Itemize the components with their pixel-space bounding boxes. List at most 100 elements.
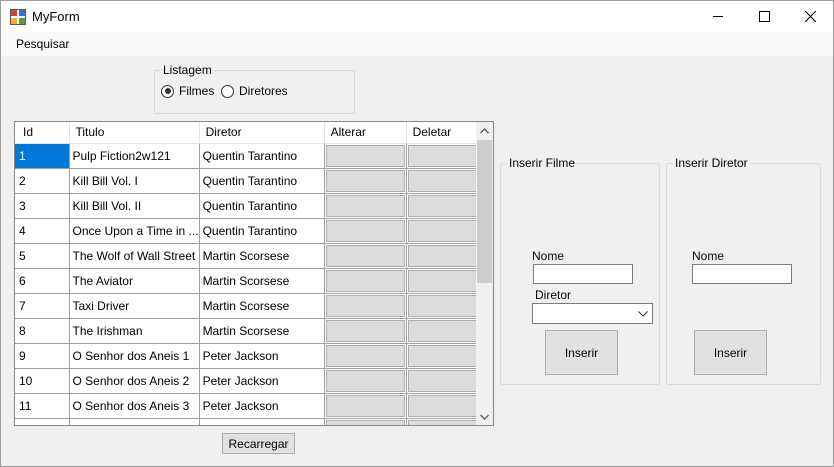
cell-diretor[interactable]: Quentin Tarantino [199,193,325,219]
cell-titulo[interactable]: Kill Bill Vol. I [69,168,200,194]
column-header-diretor[interactable]: Diretor [199,122,325,144]
cell-diretor[interactable]: Martin Scorsese [199,268,325,294]
cell-id[interactable]: 8 [15,318,70,344]
alterar-button[interactable] [325,219,405,242]
deletar-button[interactable] [407,369,479,392]
cell-diretor[interactable]: Quentin Tarantino [199,218,325,244]
scroll-down-button[interactable] [476,408,493,425]
table-row[interactable]: 3 Kill Bill Vol. II Quentin Tarantino [15,193,481,219]
cell-diretor[interactable]: Martin Scorsese [199,293,325,319]
cell-titulo[interactable]: O Senhor dos Aneis 2 [69,368,200,394]
maximize-button[interactable] [741,1,787,32]
alterar-button[interactable] [325,419,405,425]
deletar-button[interactable] [407,194,479,217]
table-row[interactable]: 11 O Senhor dos Aneis 3 Peter Jackson [15,393,481,419]
deletar-button[interactable] [407,419,479,425]
column-header-deletar[interactable]: Deletar [406,122,481,144]
cell-diretor[interactable]: Peter Jackson [199,393,325,419]
deletar-button[interactable] [407,294,479,317]
radio-diretores-indicator[interactable] [221,84,234,98]
cell-titulo[interactable] [69,418,200,425]
column-header-alterar[interactable]: Alterar [324,122,407,144]
cell-titulo[interactable]: Once Upon a Time in ... [69,218,200,244]
table-row[interactable]: 10 O Senhor dos Aneis 2 Peter Jackson [15,368,481,394]
cell-diretor[interactable] [199,418,325,425]
close-button[interactable] [787,1,833,32]
table-row[interactable]: 5 The Wolf of Wall Street Martin Scorses… [15,243,481,269]
scroll-thumb[interactable] [477,140,492,283]
cell-id[interactable] [15,418,70,425]
scroll-up-button[interactable] [476,122,493,139]
table-row[interactable]: 6 The Aviator Martin Scorsese [15,268,481,294]
table-row[interactable]: 1 Pulp Fiction2w121 Quentin Tarantino [15,143,481,169]
alterar-button[interactable] [325,244,405,267]
cell-id[interactable]: 6 [15,268,70,294]
cell-diretor[interactable]: Peter Jackson [199,343,325,369]
column-header-id[interactable]: Id [15,122,70,144]
alterar-button[interactable] [325,144,405,167]
cell-titulo[interactable]: The Wolf of Wall Street [69,243,200,269]
deletar-button[interactable] [407,319,479,342]
cell-titulo[interactable]: The Irishman [69,318,200,344]
diretor-nome-input[interactable] [692,264,792,284]
cell-id[interactable]: 9 [15,343,70,369]
cell-id[interactable]: 10 [15,368,70,394]
radio-filmes-indicator[interactable] [161,84,174,98]
inserir-diretor-button[interactable]: Inserir [694,330,767,375]
grid-vertical-scrollbar[interactable] [476,122,493,425]
cell-id[interactable]: 4 [15,218,70,244]
cell-titulo[interactable]: Kill Bill Vol. II [69,193,200,219]
radio-filmes[interactable]: Filmes [161,84,214,98]
cell-titulo[interactable]: The Aviator [69,268,200,294]
filme-diretor-select[interactable] [532,303,653,324]
cell-deletar [406,293,481,319]
alterar-button[interactable] [325,294,405,317]
cell-diretor[interactable]: Martin Scorsese [199,318,325,344]
deletar-button[interactable] [407,219,479,242]
cell-id[interactable]: 2 [15,168,70,194]
minimize-button[interactable] [695,1,741,32]
alterar-button[interactable] [325,269,405,292]
table-row[interactable]: 4 Once Upon a Time in ... Quentin Tarant… [15,218,481,244]
cell-id[interactable]: 5 [15,243,70,269]
cell-diretor[interactable]: Peter Jackson [199,368,325,394]
filme-nome-input[interactable] [533,264,633,284]
deletar-button[interactable] [407,269,479,292]
cell-diretor[interactable]: Quentin Tarantino [199,143,325,169]
cell-titulo[interactable]: O Senhor dos Aneis 1 [69,343,200,369]
table-row[interactable]: 2 Kill Bill Vol. I Quentin Tarantino [15,168,481,194]
cell-id[interactable]: 7 [15,293,70,319]
inserir-filme-button[interactable]: Inserir [545,330,618,375]
deletar-button[interactable] [407,394,479,417]
cell-id[interactable]: 3 [15,193,70,219]
table-row[interactable]: 8 The Irishman Martin Scorsese [15,318,481,344]
dropdown-arrow[interactable] [636,306,650,321]
alterar-button[interactable] [325,194,405,217]
deletar-button[interactable] [407,244,479,267]
alterar-button[interactable] [325,169,405,192]
cell-titulo[interactable]: Pulp Fiction2w121 [69,143,200,169]
recarregar-button[interactable]: Recarregar [222,433,295,454]
deletar-button[interactable] [407,344,479,367]
cell-id[interactable]: 11 [15,393,70,419]
menu-item-pesquisar[interactable]: Pesquisar [16,37,69,51]
alterar-button[interactable] [325,344,405,367]
cell-deletar [406,193,481,219]
cell-titulo[interactable]: O Senhor dos Aneis 3 [69,393,200,419]
alterar-button[interactable] [325,319,405,342]
deletar-button[interactable] [407,144,479,167]
table-row[interactable]: 9 O Senhor dos Aneis 1 Peter Jackson [15,343,481,369]
cell-diretor[interactable]: Martin Scorsese [199,243,325,269]
cell-titulo[interactable]: Taxi Driver [69,293,200,319]
deletar-button[interactable] [407,169,479,192]
cell-id[interactable]: 1 [15,143,70,169]
radio-diretores[interactable]: Diretores [221,84,288,98]
table-row[interactable]: 7 Taxi Driver Martin Scorsese [15,293,481,319]
cell-diretor[interactable]: Quentin Tarantino [199,168,325,194]
alterar-button[interactable] [325,369,405,392]
movies-data-grid[interactable]: Id Titulo Diretor Alterar Deletar 1 Pulp… [14,121,494,426]
title-bar[interactable]: MyForm [1,1,833,32]
alterar-button[interactable] [325,394,405,417]
table-row[interactable] [15,418,481,425]
column-header-titulo[interactable]: Titulo [69,122,200,144]
